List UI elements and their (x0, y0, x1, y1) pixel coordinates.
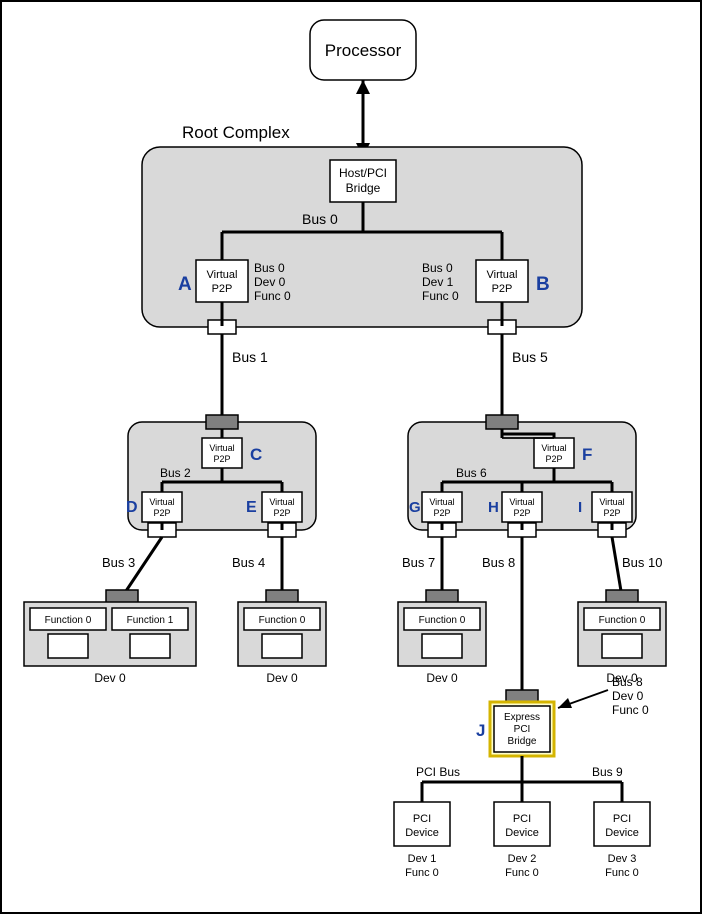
bus10-label: Bus 10 (622, 555, 662, 570)
processor-label: Processor (325, 41, 402, 60)
label-a: A (178, 274, 192, 295)
svg-text:Express: Express (504, 712, 540, 723)
label-e: E (246, 499, 257, 516)
svg-text:PCI: PCI (613, 813, 631, 825)
svg-text:Dev 0: Dev 0 (612, 689, 644, 703)
svg-text:PCI: PCI (513, 813, 531, 825)
svg-text:Func 0: Func 0 (605, 867, 639, 879)
svg-text:Func 0: Func 0 (505, 867, 539, 879)
svg-text:Virtual: Virtual (209, 443, 234, 453)
svg-text:Virtual: Virtual (509, 497, 534, 507)
svg-text:Bridge: Bridge (508, 736, 537, 747)
svg-text:P2P: P2P (213, 454, 230, 464)
svg-text:P2P: P2P (603, 508, 620, 518)
label-g: G (409, 499, 421, 516)
svg-text:Dev 0: Dev 0 (94, 671, 126, 685)
svg-text:Function 0: Function 0 (419, 615, 466, 626)
bus9-label: Bus 9 (592, 765, 623, 779)
pcie-topology-diagram: Processor Root Complex Host/PCI Bridge B… (2, 2, 700, 912)
svg-text:Func 0: Func 0 (422, 289, 459, 303)
svg-text:Func 0: Func 0 (405, 867, 439, 879)
svg-text:Host/PCI: Host/PCI (339, 166, 387, 180)
svg-text:PCI: PCI (514, 724, 531, 735)
label-j: J (476, 721, 485, 740)
svg-text:Virtual: Virtual (149, 497, 174, 507)
vp2p-b-box (476, 260, 528, 302)
svg-text:Virtual: Virtual (487, 269, 518, 281)
svg-text:Bus 8: Bus 8 (612, 675, 643, 689)
svg-text:Device: Device (405, 827, 439, 839)
svg-text:Dev 1: Dev 1 (422, 275, 454, 289)
bus7-label: Bus 7 (402, 555, 435, 570)
bus0-label: Bus 0 (302, 211, 338, 227)
label-i: I (578, 499, 582, 516)
bus6-label: Bus 6 (456, 466, 487, 480)
svg-text:Dev 1: Dev 1 (408, 853, 437, 865)
pci-bus-label: PCI Bus (416, 765, 460, 779)
svg-text:Dev 3: Dev 3 (608, 853, 637, 865)
svg-text:Device: Device (505, 827, 539, 839)
svg-text:Bus 0: Bus 0 (254, 261, 285, 275)
label-c: C (250, 445, 262, 464)
root-complex-title: Root Complex (182, 123, 290, 142)
bus1-label: Bus 1 (232, 349, 268, 365)
svg-text:Function 0: Function 0 (599, 615, 646, 626)
bus3-label: Bus 3 (102, 555, 135, 570)
svg-text:P2P: P2P (433, 508, 450, 518)
svg-text:Function 0: Function 0 (45, 615, 92, 626)
svg-text:P2P: P2P (273, 508, 290, 518)
label-f: F (582, 445, 592, 464)
label-h: H (488, 499, 499, 516)
svg-text:Device: Device (605, 827, 639, 839)
svg-text:Function 1: Function 1 (127, 615, 174, 626)
svg-text:Dev 0: Dev 0 (266, 671, 298, 685)
svg-text:Func 0: Func 0 (612, 703, 649, 717)
svg-text:Bus 0: Bus 0 (422, 261, 453, 275)
bus5-label: Bus 5 (512, 349, 548, 365)
svg-text:P2P: P2P (545, 454, 562, 464)
bus2-label: Bus 2 (160, 466, 191, 480)
svg-text:Virtual: Virtual (541, 443, 566, 453)
svg-text:P2P: P2P (212, 283, 233, 295)
svg-text:Bridge: Bridge (346, 181, 381, 195)
svg-text:Func 0: Func 0 (254, 289, 291, 303)
bus4-label: Bus 4 (232, 555, 265, 570)
svg-text:Function 0: Function 0 (259, 615, 306, 626)
svg-text:Dev 2: Dev 2 (508, 853, 537, 865)
bus8-label: Bus 8 (482, 555, 515, 570)
svg-text:Virtual: Virtual (429, 497, 454, 507)
vp2p-a-box (196, 260, 248, 302)
svg-text:P2P: P2P (513, 508, 530, 518)
svg-text:Virtual: Virtual (269, 497, 294, 507)
svg-text:Dev 0: Dev 0 (426, 671, 458, 685)
label-b: B (536, 274, 550, 295)
svg-text:P2P: P2P (153, 508, 170, 518)
svg-text:PCI: PCI (413, 813, 431, 825)
svg-text:Virtual: Virtual (599, 497, 624, 507)
svg-text:Dev 0: Dev 0 (254, 275, 286, 289)
svg-text:P2P: P2P (492, 283, 513, 295)
svg-text:Virtual: Virtual (207, 269, 238, 281)
label-d: D (126, 499, 138, 516)
